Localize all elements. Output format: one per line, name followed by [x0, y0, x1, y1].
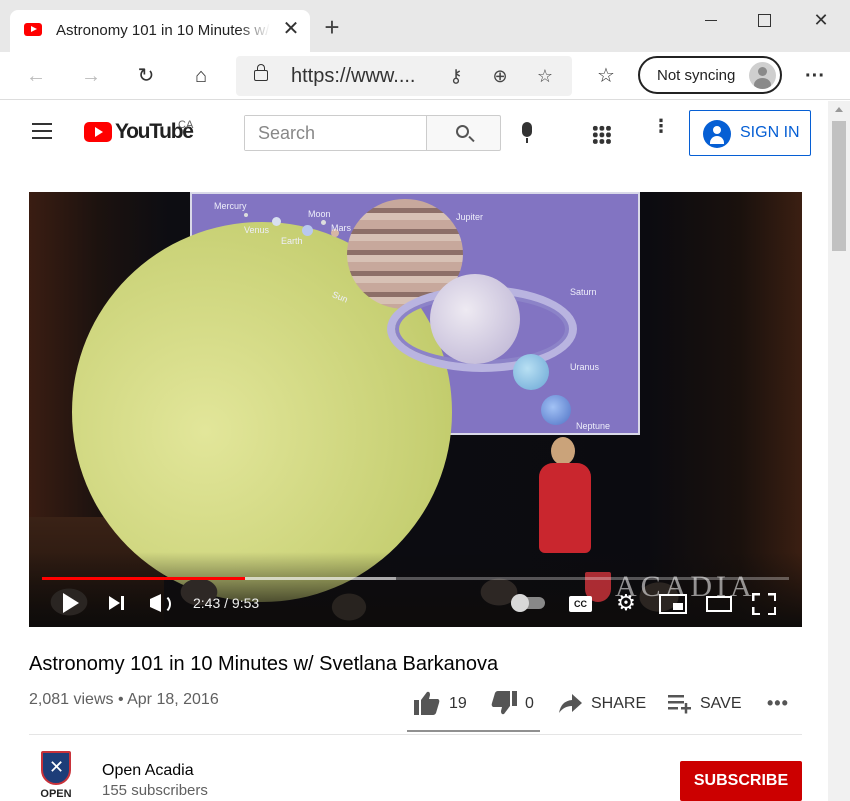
slide-label-neptune: Neptune — [576, 421, 611, 431]
save-label: SAVE — [700, 695, 742, 712]
channel-name[interactable]: Open Acadia — [102, 762, 194, 780]
window-minimize-button[interactable] — [696, 8, 726, 32]
time-display: 2:43 / 9:53 — [193, 595, 260, 611]
youtube-favicon-icon — [24, 23, 42, 36]
youtube-logo-icon[interactable] — [84, 122, 112, 142]
search-input[interactable] — [245, 116, 426, 150]
next-video-icon[interactable] — [109, 589, 129, 617]
address-bar[interactable]: https://www.... ⚷ ⊕ ☆ — [236, 56, 572, 96]
window-maximize-button[interactable] — [748, 8, 778, 32]
hamburger-menu-icon[interactable] — [32, 123, 52, 139]
volume-icon[interactable] — [150, 589, 178, 617]
browser-tab[interactable]: Astronomy 101 in 10 Minutes w/ Svetlana … — [10, 10, 310, 52]
apps-grid-icon[interactable] — [592, 125, 611, 144]
channel-avatar[interactable]: OPEN — [38, 751, 74, 801]
speaker-head — [551, 437, 575, 465]
slide-uranus — [513, 354, 549, 390]
captions-icon[interactable]: CC — [569, 596, 592, 612]
views-and-date: 2,081 views • Apr 18, 2016 — [29, 691, 219, 708]
play-icon[interactable] — [60, 589, 80, 617]
key-icon[interactable]: ⚷ — [444, 64, 468, 88]
sign-in-button[interactable]: SIGN IN — [689, 110, 811, 156]
channel-shield-icon — [41, 751, 71, 785]
sentiment-bar — [407, 730, 540, 732]
slide-saturn — [430, 274, 520, 364]
video-title: Astronomy 101 in 10 Minutes w/ Svetlana … — [29, 653, 499, 675]
slide-mercury — [244, 213, 248, 217]
more-vertical-icon[interactable]: ⋮ — [652, 117, 670, 143]
slide-label-mercury: Mercury — [214, 201, 247, 211]
slide-label-jupiter: Jupiter — [456, 212, 484, 222]
like-count: 19 — [449, 695, 467, 712]
slide-label-moon: Moon — [308, 209, 331, 219]
thumbs-up-icon — [414, 691, 440, 715]
subscribe-button[interactable]: SUBSCRIBE — [680, 761, 802, 801]
autoplay-toggle[interactable] — [511, 594, 545, 612]
forward-arrow-icon[interactable]: → — [77, 62, 105, 90]
playlist-add-icon — [668, 695, 691, 714]
new-tab-button[interactable]: + — [320, 14, 344, 40]
thumbs-down-icon — [491, 691, 517, 715]
add-favorite-star-icon[interactable]: ☆ — [533, 64, 557, 88]
more-actions-icon[interactable]: ••• — [767, 693, 789, 714]
profile-avatar-icon — [749, 62, 776, 89]
search-button[interactable] — [426, 115, 501, 151]
sign-in-label: SIGN IN — [740, 124, 800, 141]
slide-venus — [272, 217, 281, 226]
url-text[interactable]: https://www.... — [291, 65, 415, 88]
subscriber-count: 155 subscribers — [102, 782, 208, 799]
slide-label-venus: Venus — [244, 225, 270, 235]
slide-label-saturn: Saturn — [570, 287, 597, 297]
slide-label-uranus: Uranus — [570, 362, 600, 372]
page-scrollbar[interactable] — [828, 101, 850, 801]
slide-label-earth: Earth — [281, 236, 303, 246]
favorites-icon[interactable]: ☆ — [592, 62, 620, 90]
account-circle-icon — [703, 120, 731, 148]
slide-moon — [321, 220, 326, 225]
video-player[interactable]: Mercury Venus Earth Moon Mars Jupiter Su… — [29, 192, 802, 627]
tab-close-icon[interactable]: ✕ — [280, 18, 302, 40]
scroll-up-arrow-icon[interactable] — [835, 107, 843, 112]
divider — [29, 734, 802, 735]
slide-earth — [302, 225, 313, 236]
tab-title: Astronomy 101 in 10 Minutes w/ Svetlana … — [56, 22, 270, 39]
scrollbar-thumb[interactable] — [832, 121, 846, 251]
search-icon — [456, 125, 469, 138]
search-box[interactable] — [244, 115, 427, 151]
browser-title-bar: Astronomy 101 in 10 Minutes w/ Svetlana … — [0, 0, 850, 52]
share-arrow-icon — [559, 694, 582, 713]
dislike-count: 0 — [525, 695, 534, 712]
projected-slide: Mercury Venus Earth Moon Mars Jupiter Su… — [72, 192, 640, 602]
add-circle-icon[interactable]: ⊕ — [488, 64, 512, 88]
speaker-body — [539, 463, 591, 553]
home-icon[interactable]: ⌂ — [187, 62, 215, 90]
lock-icon[interactable] — [254, 64, 268, 81]
country-code: CA — [178, 119, 194, 131]
settings-gear-icon[interactable]: ⚙ — [615, 592, 637, 614]
microphone-icon[interactable] — [522, 122, 532, 143]
theater-mode-icon[interactable] — [706, 596, 732, 612]
refresh-icon[interactable]: ↻ — [132, 62, 160, 90]
slide-neptune — [541, 395, 571, 425]
window-close-button[interactable]: ✕ — [806, 8, 836, 32]
subscribe-label: SUBSCRIBE — [693, 772, 789, 789]
share-label: SHARE — [591, 695, 647, 712]
progress-played — [42, 577, 246, 580]
back-arrow-icon[interactable]: ← — [22, 62, 50, 90]
browser-menu-icon[interactable]: ··· — [801, 62, 829, 90]
youtube-header: YouTube CA ⋮ SIGN IN — [0, 101, 828, 163]
miniplayer-icon[interactable] — [659, 594, 687, 614]
slide-label-mars: Mars — [331, 223, 351, 233]
video-speaker — [523, 437, 603, 567]
progress-bar[interactable] — [42, 577, 789, 580]
channel-logo-text: OPEN — [40, 788, 72, 800]
fullscreen-icon[interactable] — [752, 593, 776, 615]
browser-toolbar: ← → ↻ ⌂ https://www.... ⚷ ⊕ ☆ ☆ Not sync… — [0, 52, 850, 100]
sync-status-label: Not syncing — [657, 67, 736, 84]
profile-sync-button[interactable]: Not syncing — [638, 56, 782, 94]
